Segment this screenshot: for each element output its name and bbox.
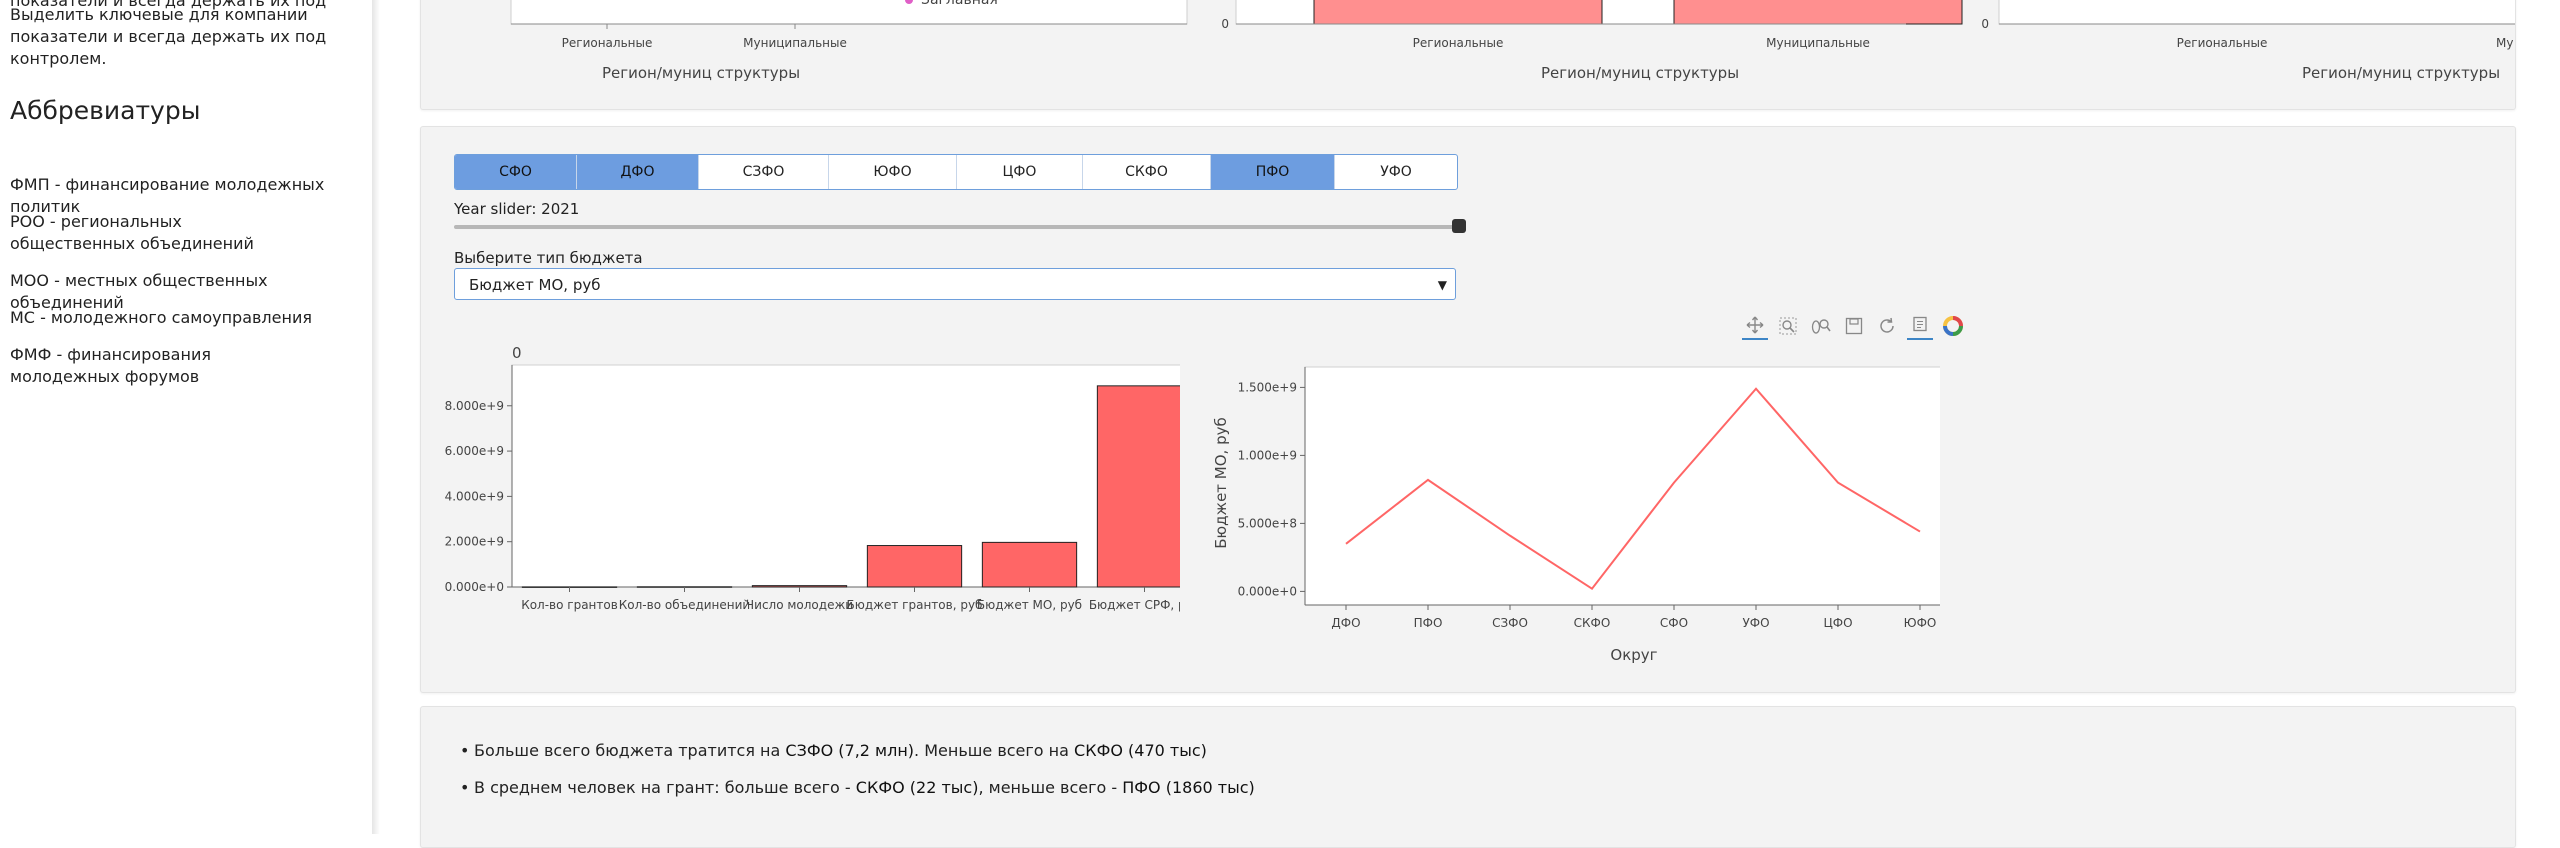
bar	[1096, 385, 1180, 588]
x-tick-label: ЦФО	[1823, 616, 1852, 630]
bar	[866, 545, 963, 588]
x-tick-label: СЗФО	[1492, 616, 1528, 630]
x-axis-title: Регион/муниц структуры	[1541, 64, 1739, 82]
x-tick-label: Бюджет грантов, руб	[847, 598, 983, 612]
insight-highlight: ПФО (1860 тыс)	[1122, 778, 1255, 797]
wheel-zoom-icon[interactable]	[1808, 313, 1834, 339]
budget-type-select[interactable]: Бюджет МО, руб ▼	[454, 268, 1456, 300]
abbreviations-heading: Аббревиатуры	[10, 96, 201, 125]
legend-item: Заглавная	[921, 0, 998, 8]
tab-szfo[interactable]: СЗФО	[699, 155, 829, 189]
save-icon[interactable]	[1841, 313, 1867, 339]
y-tick-label: 1.000e+9	[1238, 448, 1297, 462]
line-chart: 0.000e+0 5.000e+8 1.000e+9 1.500e+9 ДФО ПФО СЗ…	[1212, 366, 1940, 664]
x-tick-label: Му	[2496, 36, 2513, 50]
y-tick-label: 1.500e+9	[1238, 380, 1297, 394]
bar-municipal	[1673, 0, 1963, 25]
year-slider-handle[interactable]	[1452, 219, 1466, 233]
y-axis-title: Бюджет МО, руб	[1212, 417, 1230, 548]
sidebar: показатели и всегда держать их под Выдел…	[0, 0, 372, 834]
bar-regional	[1313, 0, 1603, 25]
insight-highlight: СКФО (470 тыс)	[1074, 741, 1207, 760]
x-tick-label: Региональные	[562, 36, 653, 50]
insight-text: Больше всего бюджета тратится на	[474, 741, 786, 760]
x-tick-label: ДФО	[1331, 616, 1360, 630]
tab-skfo[interactable]: СКФО	[1083, 155, 1211, 189]
top-chart-1-plot	[510, 0, 1188, 25]
x-tick-label: Региональные	[2177, 36, 2268, 50]
tab-sfo[interactable]: СФО	[455, 155, 577, 189]
tab-yufo[interactable]: ЮФО	[829, 155, 957, 189]
sidebar-shadow	[372, 0, 380, 834]
x-tick-label: ПФО	[1414, 616, 1443, 630]
sidebar-intro-line: показатели и всегда держать их под	[10, 27, 327, 46]
y-tick-label: 8.000e+9	[445, 399, 504, 413]
insight-item: Больше всего бюджета тратится на СЗФО (7…	[460, 740, 1255, 762]
bokeh-logo-icon[interactable]	[1940, 313, 1966, 339]
x-tick-label: Бюджет МО, руб	[977, 598, 1082, 612]
x-tick-label: Муниципальные	[743, 36, 847, 50]
y-tick-label: 0	[1221, 17, 1229, 31]
y-tick-label: 4.000e+9	[445, 489, 504, 503]
tab-pfo[interactable]: ПФО	[1211, 155, 1335, 189]
x-tick-label: Число молодежи	[746, 598, 853, 612]
x-tick-label: Кол-во объединений	[619, 598, 750, 612]
chart-title: 0	[512, 344, 522, 362]
x-tick-label: ЮФО	[1904, 616, 1937, 630]
x-axis-title: Округ	[1610, 646, 1657, 664]
abbreviation-item: ФМФ - финансирования молодежных форумов	[10, 345, 211, 386]
top-chart-3-plot	[1998, 0, 2515, 25]
insight-text: . Меньше всего на	[914, 741, 1075, 760]
x-tick-label: УФО	[1742, 616, 1769, 630]
pan-icon[interactable]	[1742, 312, 1768, 340]
bar-chart: 0 0.000e+0 2.000e+9 4.000e+9 6.000e+9 8.000e…	[445, 344, 1180, 612]
x-tick-label: Бюджет СРФ, руб	[1089, 598, 1180, 612]
bar	[751, 585, 848, 588]
chevron-down-icon: ▼	[1437, 278, 1447, 292]
insight-item: В среднем человек на грант: больше всего…	[460, 777, 1255, 799]
sidebar-intro-line: контролем.	[10, 49, 107, 68]
bar	[981, 541, 1078, 588]
x-tick-label: СФО	[1660, 616, 1688, 630]
line-plot: 0.000e+0 5.000e+8 1.000e+9 1.500e+9 ДФО ПФО СЗ…	[1238, 366, 1940, 630]
top-charts-card: Заглавная Региональные Муниципальные Рег…	[420, 0, 2516, 110]
x-tick-label: СКФО	[1574, 616, 1611, 630]
insight-highlight: СКФО (22 тыс)	[855, 778, 979, 797]
y-tick-label: 2.000e+9	[445, 535, 504, 549]
box-zoom-icon[interactable]	[1775, 313, 1801, 339]
insight-text: В среднем человек на грант: больше всего…	[474, 778, 856, 797]
abbreviation-item: МС - молодежного самоуправления	[10, 308, 312, 327]
budget-select-value: Бюджет МО, руб	[469, 276, 601, 294]
hover-icon[interactable]	[1907, 312, 1933, 340]
y-tick-label: 0.000e+0	[1238, 584, 1297, 598]
y-tick-label: 0.000e+0	[445, 580, 504, 594]
x-axis-title: Регион/муниц структуры	[2302, 64, 2500, 82]
x-tick-label: Региональные	[1413, 36, 1504, 50]
y-tick-label: 5.000e+8	[1238, 516, 1297, 530]
x-axis-title: Регион/муниц структуры	[602, 64, 800, 82]
year-slider-label: Year slider: 2021	[454, 200, 580, 218]
abbreviation-item: РОО - региональных общественных объедине…	[10, 212, 254, 253]
bar-plot: 0.000e+0 2.000e+9 4.000e+9 6.000e+9 8.000e+9…	[445, 364, 1180, 612]
insights-list: Больше всего бюджета тратится на СЗФО (7…	[460, 740, 1255, 814]
y-tick-label: 0	[1981, 17, 1989, 31]
year-slider-track[interactable]	[454, 225, 1458, 229]
budget-select-label: Выберите тип бюджета	[454, 249, 643, 267]
tab-dfo[interactable]: ДФО	[577, 155, 699, 189]
insight-highlight: СЗФО (7,2 млн)	[785, 741, 915, 760]
y-tick-label: 6.000e+9	[445, 444, 504, 458]
x-tick-label: Муниципальные	[1766, 36, 1870, 50]
tab-ufo[interactable]: УФО	[1335, 155, 1457, 189]
tab-tsfo[interactable]: ЦФО	[957, 155, 1083, 189]
insight-text: , меньше всего -	[978, 778, 1123, 797]
top-charts-svg: Заглавная Региональные Муниципальные Рег…	[510, 0, 2515, 82]
sidebar-intro-line: Выделить ключевые для компании	[10, 5, 308, 24]
x-tick-label: Кол-во грантов	[521, 598, 618, 612]
district-tabs: СФО ДФО СЗФО ЮФО ЦФО СКФО ПФО УФО	[454, 154, 1458, 190]
plot-background	[511, 364, 1180, 588]
reset-icon[interactable]	[1874, 313, 1900, 339]
